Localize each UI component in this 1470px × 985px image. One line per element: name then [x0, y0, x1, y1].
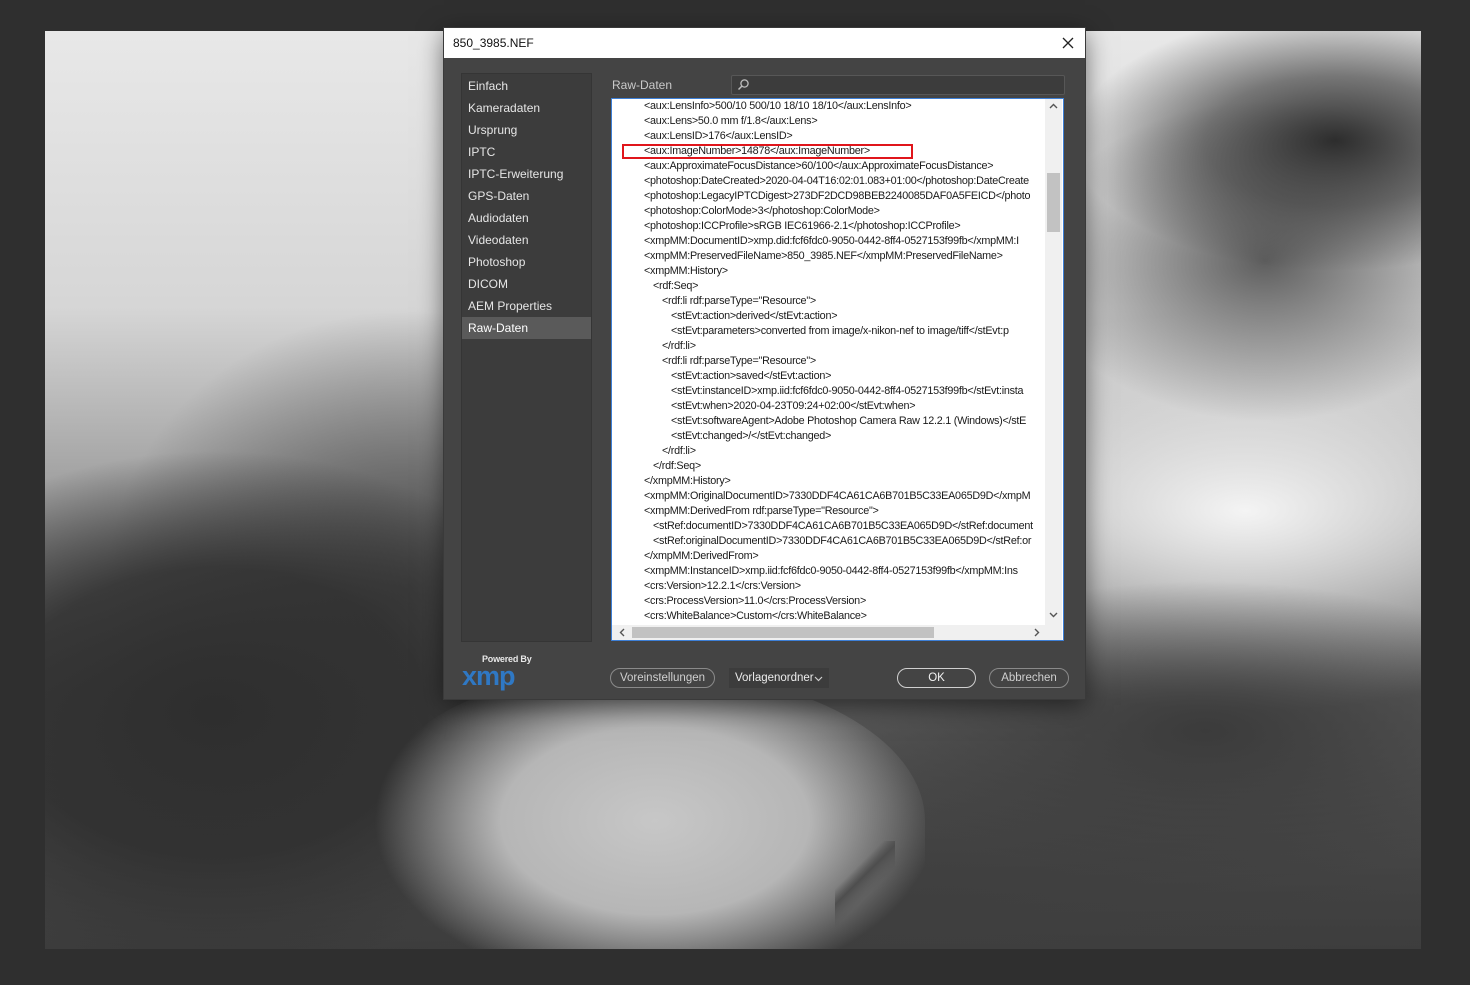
xml-line: <stEvt:when>2020-04-23T09:24+02:00</stEv… [671, 400, 916, 412]
raw-xml-text: <aux:LensInfo>500/10 500/10 18/10 18/10<… [612, 99, 1045, 625]
raw-data-panel[interactable]: <aux:LensInfo>500/10 500/10 18/10 18/10<… [611, 98, 1064, 641]
chevron-down-icon [1049, 612, 1058, 618]
xml-line: </rdf:li> [662, 445, 696, 457]
chevron-up-icon [1049, 103, 1058, 109]
xml-line: <rdf:Seq> [653, 280, 699, 292]
cancel-button[interactable]: Abbrechen [989, 668, 1069, 688]
xml-line: <aux:Lens>50.0 mm f/1.8</aux:Lens> [644, 115, 818, 127]
xml-line: <aux:ApproximateFocusDistance>60/100</au… [644, 160, 994, 172]
close-icon [1062, 37, 1074, 49]
scroll-corner [1045, 625, 1062, 640]
sidebar-item[interactable]: Einfach [462, 75, 591, 97]
xml-line: <stEvt:instanceID>xmp.iid:fcf6fdc0-9050-… [671, 385, 1024, 397]
sidebar-item[interactable]: Videodaten [462, 229, 591, 251]
xml-line: <stRef:originalDocumentID>7330DDF4CA61CA… [653, 535, 1032, 547]
dialog-titlebar: 850_3985.NEF [444, 28, 1085, 58]
xml-line: <stEvt:changed>/</stEvt:changed> [671, 430, 832, 442]
xml-line: <aux:ImageNumber>14878</aux:ImageNumber> [644, 145, 870, 157]
xmp-logo-text: xmp [462, 661, 516, 691]
category-sidebar: Einfach Kameradaten Ursprung IPTC IPTC-Erwei… [461, 73, 592, 642]
sidebar-item[interactable]: Audiodaten [462, 207, 591, 229]
xml-line: <xmpMM:OriginalDocumentID>7330DDF4CA61CA… [644, 490, 1031, 502]
xml-line: <stRef:documentID>7330DDF4CA61CA6B701B5C… [653, 520, 1033, 532]
xml-line: <photoshop:ICCProfile>sRGB IEC61966-2.1<… [644, 220, 961, 232]
xml-line: </xmpMM:DerivedFrom> [644, 550, 759, 562]
sidebar-item[interactable]: Photoshop [462, 251, 591, 273]
search-icon [737, 79, 749, 91]
xml-line: <crs:ProcessVersion>11.0</crs:ProcessVer… [644, 595, 866, 607]
scroll-left-button[interactable] [614, 625, 631, 640]
xml-line: <rdf:li rdf:parseType="Resource"> [662, 355, 816, 367]
xml-line: <aux:LensID>176</aux:LensID> [644, 130, 793, 142]
xml-line: <xmpMM:DocumentID>xmp.did:fcf6fdc0-9050-… [644, 235, 1019, 247]
sidebar-item[interactable]: IPTC [462, 141, 591, 163]
scroll-right-button[interactable] [1028, 625, 1045, 640]
xml-line: <xmpMM:History> [644, 265, 728, 277]
scroll-down-button[interactable] [1045, 607, 1062, 622]
vertical-scroll-thumb[interactable] [1047, 173, 1060, 232]
xmp-logo: Powered By xmp [462, 654, 542, 691]
search-box[interactable] [731, 75, 1065, 95]
search-input[interactable] [754, 77, 1058, 94]
sidebar-item[interactable]: Raw-Daten [462, 317, 591, 339]
xml-line: <xmpMM:DerivedFrom rdf:parseType="Resour… [644, 505, 879, 517]
chevron-down-icon [814, 676, 823, 682]
xml-line: <crs:WhiteBalance>Custom</crs:WhiteBalan… [644, 610, 867, 622]
xml-line: <crs:Version>12.2.1</crs:Version> [644, 580, 801, 592]
xml-line: <stEvt:parameters>converted from image/x… [671, 325, 1009, 337]
chevron-left-icon [619, 628, 625, 637]
section-label: Raw-Daten [612, 78, 673, 92]
close-button[interactable] [1051, 28, 1085, 58]
ok-button[interactable]: OK [897, 668, 976, 688]
xml-line: <photoshop:LegacyIPTCDigest>273DF2DCD98B… [644, 190, 1031, 202]
xml-line: <photoshop:ColorMode>3</photoshop:ColorM… [644, 205, 880, 217]
templates-folder-dropdown[interactable]: Vorlagenordner [729, 668, 829, 688]
scroll-up-button[interactable] [1045, 99, 1062, 114]
xml-line: </xmpMM:History> [644, 475, 731, 487]
templates-folder-label: Vorlagenordner [735, 672, 814, 684]
sidebar-item[interactable]: DICOM [462, 273, 591, 295]
sidebar-item[interactable]: IPTC-Erweiterung [462, 163, 591, 185]
presets-button[interactable]: Voreinstellungen [610, 668, 715, 688]
sidebar-item[interactable]: AEM Properties [462, 295, 591, 317]
file-info-dialog: 850_3985.NEF Einfach Kameradaten Ursprung I… [444, 28, 1085, 699]
xml-line: <xmpMM:InstanceID>xmp.iid:fcf6fdc0-9050-… [644, 565, 1018, 577]
xml-line: <stEvt:action>saved</stEvt:action> [671, 370, 832, 382]
vertical-scrollbar[interactable] [1045, 99, 1062, 625]
xml-line: <stEvt:softwareAgent>Adobe Photoshop Cam… [671, 415, 1027, 427]
xml-line: <aux:LensInfo>500/10 500/10 18/10 18/10<… [644, 100, 912, 112]
xml-line: <photoshop:DateCreated>2020-04-04T16:02:… [644, 175, 1029, 187]
sidebar-item[interactable]: GPS-Daten [462, 185, 591, 207]
xml-line: <rdf:li rdf:parseType="Resource"> [662, 295, 816, 307]
xml-line: <xmpMM:PreservedFileName>850_3985.NEF</x… [644, 250, 1003, 262]
xml-line: <stEvt:action>derived</stEvt:action> [671, 310, 838, 322]
xml-line: </rdf:Seq> [653, 460, 701, 472]
horizontal-scroll-thumb[interactable] [632, 627, 934, 638]
horizontal-scrollbar[interactable] [612, 625, 1045, 640]
xml-line: </rdf:li> [662, 340, 696, 352]
dialog-title: 850_3985.NEF [453, 36, 534, 50]
sidebar-item[interactable]: Ursprung [462, 119, 591, 141]
chevron-right-icon [1034, 628, 1040, 637]
photo-shirt-print [835, 841, 895, 941]
sidebar-item[interactable]: Kameradaten [462, 97, 591, 119]
